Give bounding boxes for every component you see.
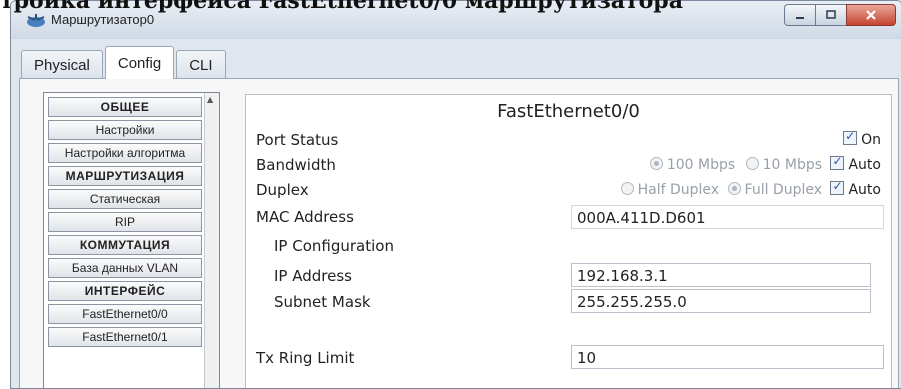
document-heading: тройка интерфейса FastEthernet0/0 маршру… [0,0,683,14]
scroll-up-icon[interactable]: ▲ [207,95,213,104]
duplex-full-option[interactable]: Full Duplex [727,182,823,198]
ip-address-label: IP Address [274,267,352,285]
config-sidebar: ОБЩЕЕ Настройки Настройки алгоритма МАРШ… [43,92,220,388]
sidebar-scrollbar[interactable]: ▲ [204,93,219,388]
minimize-button[interactable] [784,4,815,26]
bandwidth-10-option[interactable]: 10 Mbps [745,157,823,173]
ip-address-input[interactable]: 192.168.3.1 [571,263,871,287]
bandwidth-label: Bandwidth [256,156,336,174]
duplex-half-label: Half Duplex [637,182,720,198]
tx-ring-limit-label: Tx Ring Limit [256,349,355,367]
minimize-icon [796,17,804,19]
sidebar-header-routing[interactable]: МАРШРУТИЗАЦИЯ [48,166,202,186]
sidebar-item-static[interactable]: Статическая [48,189,202,209]
subnet-mask-label: Subnet Mask [274,293,371,311]
duplex-half-option[interactable]: Half Duplex [620,182,720,198]
port-status-on-label: On [861,132,881,148]
radio-icon[interactable] [649,157,663,170]
radio-icon[interactable] [727,182,741,195]
config-content: ОБЩЕЕ Настройки Настройки алгоритма МАРШ… [19,78,899,388]
window-title: Маршрутизатор0 [51,12,155,27]
duplex-auto-option[interactable]: Auto [830,179,881,198]
panel-title: FastEthernet0/0 [497,101,640,122]
bandwidth-100-option[interactable]: 100 Mbps [649,157,736,173]
maximize-button[interactable] [815,4,846,26]
port-status-toggle[interactable]: On [843,129,881,148]
sidebar-item-vlan-database[interactable]: База данных VLAN [48,258,202,278]
sidebar-item-rip[interactable]: RIP [48,212,202,232]
subnet-mask-input[interactable]: 255.255.255.0 [571,289,871,313]
bandwidth-auto-label: Auto [848,157,881,173]
sidebar-header-switching[interactable]: КОММУТАЦИЯ [48,235,202,255]
bandwidth-10-label: 10 Mbps [762,157,823,173]
router-window: Маршрутизатор0 Physical Config CLI ОБЩЕЕ… [10,0,901,389]
duplex-auto-label: Auto [848,182,881,198]
sidebar-item-algorithm-settings[interactable]: Настройки алгоритма [48,143,202,163]
sidebar-item-fastethernet0-1[interactable]: FastEthernet0/1 [48,327,202,347]
tab-bar: Physical Config CLI [21,46,228,79]
checkbox-icon[interactable] [830,154,845,170]
maximize-icon [826,10,836,19]
checkbox-icon[interactable] [830,179,845,195]
duplex-label: Duplex [256,181,309,199]
sidebar-item-settings[interactable]: Настройки [48,120,202,140]
duplex-full-label: Full Duplex [744,182,823,198]
tab-config[interactable]: Config [104,46,175,79]
duplex-options: Half Duplex Full Duplex Auto [620,179,881,198]
tx-ring-limit-input[interactable]: 10 [571,345,884,369]
ip-configuration-heading: IP Configuration [274,237,394,255]
interface-panel: FastEthernet0/0 Port Status On Bandwidth… [245,94,892,388]
tab-physical[interactable]: Physical [21,50,103,79]
close-button[interactable] [846,4,896,26]
port-status-label: Port Status [256,131,339,149]
sidebar-item-fastethernet0-0[interactable]: FastEthernet0/0 [48,304,202,324]
checkbox-icon[interactable] [843,129,858,145]
tab-cli[interactable]: CLI [176,50,226,79]
bandwidth-100-label: 100 Mbps [666,157,736,173]
close-icon [866,10,876,20]
bandwidth-auto-option[interactable]: Auto [830,154,881,173]
sidebar-header-interface[interactable]: ИНТЕРФЕЙС [48,281,202,301]
radio-icon[interactable] [745,157,759,170]
radio-icon[interactable] [620,182,634,195]
bandwidth-options: 100 Mbps 10 Mbps Auto [649,154,881,173]
window-controls [784,4,896,26]
mac-address-field[interactable]: 000A.411D.D601 [571,205,884,229]
mac-address-label: MAC Address [256,208,354,226]
sidebar-header-general[interactable]: ОБЩЕЕ [48,97,202,117]
